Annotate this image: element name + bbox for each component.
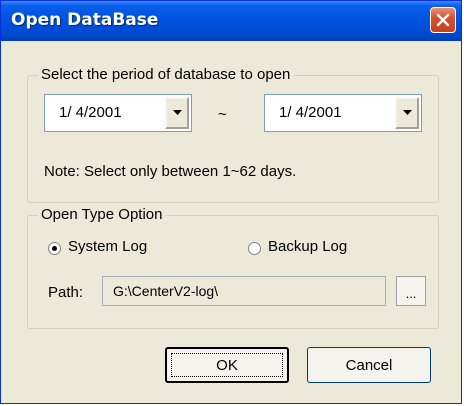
title-bar[interactable]: Open DataBase [1, 1, 461, 41]
period-group-legend: Select the period of database to open [38, 66, 294, 83]
open-database-dialog: Open DataBase Select the period of datab… [0, 0, 462, 404]
open-type-group-legend: Open Type Option [38, 206, 166, 223]
path-field[interactable]: G:\CenterV2-log\ [102, 276, 386, 306]
open-type-group: Open Type Option System Log Backup Log P… [27, 206, 439, 329]
end-date-picker[interactable]: 1/ 4/2001 [264, 94, 422, 132]
end-date-dropdown-button[interactable] [395, 97, 419, 129]
start-date-dropdown-button[interactable] [165, 97, 189, 129]
backup-log-label[interactable]: Backup Log [268, 238, 347, 255]
ok-button[interactable]: OK [165, 347, 289, 383]
cancel-button-label: Cancel [345, 356, 393, 374]
path-label: Path: [48, 284, 84, 301]
close-button[interactable] [430, 7, 456, 33]
browse-button[interactable]: ... [396, 276, 426, 306]
date-range-separator: ~ [218, 106, 227, 123]
system-log-radio[interactable] [48, 242, 61, 255]
focus-rectangle [171, 353, 283, 377]
dialog-body: Select the period of database to open 1/… [5, 41, 457, 399]
system-log-label[interactable]: System Log [68, 238, 147, 255]
path-value: G:\CenterV2-log\ [113, 283, 219, 299]
cancel-button[interactable]: Cancel [307, 347, 431, 383]
chevron-down-icon [402, 110, 412, 115]
start-date-value: 1/ 4/2001 [59, 104, 122, 121]
date-range-note: Note: Select only between 1~62 days. [44, 163, 297, 180]
close-icon [436, 13, 450, 27]
start-date-picker[interactable]: 1/ 4/2001 [44, 94, 192, 132]
dialog-title: Open DataBase [11, 10, 159, 30]
end-date-value: 1/ 4/2001 [279, 104, 342, 121]
backup-log-radio[interactable] [248, 242, 261, 255]
chevron-down-icon [172, 110, 182, 115]
period-group: Select the period of database to open 1/… [27, 66, 439, 203]
